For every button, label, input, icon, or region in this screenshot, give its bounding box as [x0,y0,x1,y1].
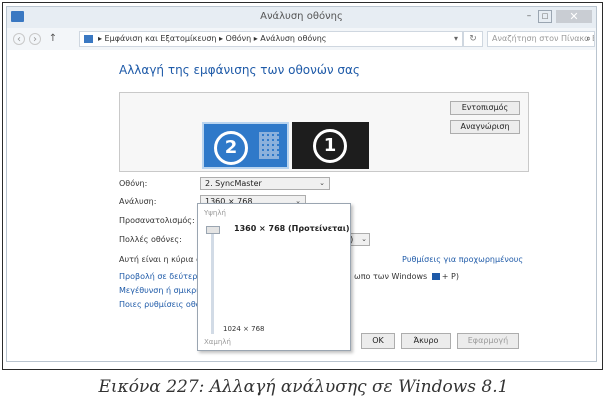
main-display-text: Αυτή είναι η κύρια οθ [119,255,206,264]
windows-logo-icon [431,273,440,280]
monitor-preview: 2 1 Εντοπισμός Αναγνώριση [119,92,529,172]
forward-icon[interactable]: › [29,33,41,45]
identify-button[interactable]: Αναγνώριση [450,120,520,134]
resolution-label: Ανάλυση: [119,197,157,206]
maximize-button[interactable]: □ [538,10,552,23]
which-settings-link[interactable]: Ποιες ρυθμίσεις οθό [119,300,201,309]
project-hint-shortcut: + P) [441,272,459,281]
figure-caption: Εικόνα 227: Αλλαγή ανάλυσης σε Windows 8… [98,377,509,397]
monitor-1[interactable]: 1 [292,122,369,169]
project-second-screen-link[interactable]: Προβολή σε δεύτερη [119,272,202,281]
up-icon[interactable]: ↑ [47,33,59,45]
enlarge-text-link[interactable]: Μεγέθυνση ή σμικρυ [119,286,201,295]
close-button[interactable]: ✕ [556,10,592,23]
title-bar: Ανάλυση οθόνης – □ ✕ [7,7,596,28]
control-panel-breadcrumb-icon [84,35,93,43]
slider-top-resolution: 1360 × 768 (Προτείνεται) [234,224,350,233]
search-placeholder: Αναζήτηση στον Πίνακα Ελέγ... [492,34,594,43]
display-select[interactable]: 2. SyncMaster ⌄ [200,177,330,190]
start-screen-icon [259,132,279,159]
page-title: Αλλαγή της εμφάνισης των οθονών σας [119,63,360,77]
ok-button[interactable]: OK [361,333,395,349]
detect-button[interactable]: Εντοπισμός [450,101,520,115]
breadcrumb-dropdown-icon[interactable]: ▾ [454,32,458,46]
resolution-slider-track[interactable] [211,228,214,334]
refresh-button[interactable]: ↻ [463,31,483,47]
advanced-settings-link[interactable]: Ρυθμίσεις για προχωρημένους [402,255,523,264]
slider-bottom-resolution: 1024 × 768 [223,325,265,333]
chevron-down-icon: ⌄ [361,235,367,243]
project-hint-tail: ωπο των Windows [354,272,428,281]
orientation-label: Προσανατολισμός: [119,216,195,225]
cancel-button[interactable]: Άκυρο [401,333,451,349]
display-value: 2. SyncMaster [205,179,262,188]
resolution-slider-thumb[interactable] [206,226,220,234]
search-input[interactable]: Αναζήτηση στον Πίνακα Ελέγ... ⌕ [487,31,595,47]
project-hint-text: ωπο των Windows + P) [354,272,459,281]
monitor-2[interactable]: 2 [202,122,289,169]
search-icon[interactable]: ⌕ [586,32,591,46]
breadcrumb-path: ▸ Εμφάνιση και Εξατομίκευση ▸ Οθόνη ▸ Αν… [98,34,327,43]
minimize-button[interactable]: – [522,10,536,23]
multiple-displays-label: Πολλές οθόνες: [119,235,182,244]
slider-low-label: Χαμηλή [204,338,231,346]
chevron-down-icon: ⌄ [319,179,325,187]
address-bar: ‹ › ↑ ▸ Εμφάνιση και Εξατομίκευση ▸ Οθόν… [7,28,596,50]
display-label: Οθόνη: [119,179,148,188]
resolution-slider-popup: Υψηλή 1360 × 768 (Προτείνεται) 1024 × 76… [197,203,351,351]
slider-high-label: Υψηλή [204,209,226,217]
window-title: Ανάλυση οθόνης [260,11,343,22]
monitor-1-number: 1 [313,129,347,163]
monitor-2-number: 2 [214,131,248,165]
breadcrumb[interactable]: ▸ Εμφάνιση και Εξατομίκευση ▸ Οθόνη ▸ Αν… [79,31,463,47]
back-icon[interactable]: ‹ [13,33,25,45]
apply-button[interactable]: Εφαρμογή [457,333,519,349]
